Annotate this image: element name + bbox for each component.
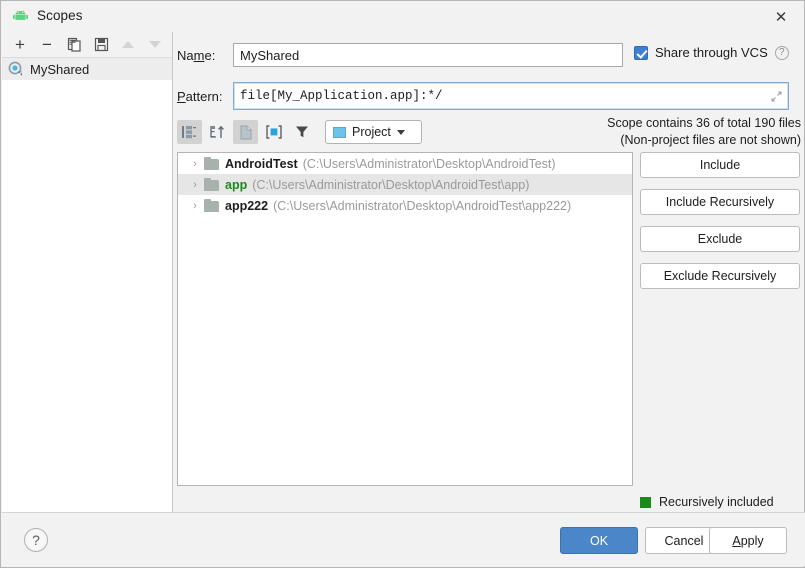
flatten-packages-button[interactable] [177,120,202,144]
apply-button[interactable]: Apply [709,527,787,554]
save-icon [94,37,108,52]
include-button[interactable]: Include [640,152,800,178]
share-through-vcs-checkbox[interactable] [634,45,648,60]
scopes-dialog: Scopes ✕ + − MyShared Name: MyShared Pat… [0,0,805,568]
chevron-right-icon[interactable]: › [186,197,204,215]
folder-icon [204,199,220,212]
file-page-icon [240,125,251,139]
copy-icon [67,37,81,52]
scope-info: Scope contains 36 of total 190 files (No… [607,115,801,149]
move-down-button[interactable] [143,34,167,56]
tree-node-name: app222 [225,198,269,213]
scope-info-line1: Scope contains 36 of total 190 files [607,116,801,130]
funnel-filter-icon [295,126,308,138]
scope-list-item-label: MyShared [30,61,90,77]
table-row[interactable]: › app (C:\Users\Administrator\Desktop\An… [178,174,632,195]
folder-icon [204,157,220,170]
pattern-label: Pattern: [177,88,223,104]
exclude-button[interactable]: Exclude [640,226,800,252]
move-up-button[interactable] [116,34,140,56]
expand-sort-icon [210,125,224,138]
blue-square-icon [265,125,282,139]
scope-list-item-myshared[interactable]: MyShared [2,58,172,80]
dialog-footer: ? OK Cancel Apply [2,512,805,566]
expand-editor-icon[interactable] [771,91,782,102]
close-icon[interactable]: ✕ [758,1,804,32]
folder-icon [204,178,220,191]
file-tree-panel[interactable]: › AndroidTest (C:\Users\Administrator\De… [177,152,633,486]
table-row[interactable]: › AndroidTest (C:\Users\Administrator\De… [178,153,632,174]
tree-node-path: (C:\Users\Administrator\Desktop\AndroidT… [252,177,530,192]
shared-scope-icon [8,61,24,77]
ok-button[interactable]: OK [560,527,638,554]
legend-label: Recursively included [659,495,774,509]
add-scope-button[interactable]: + [8,34,32,56]
legend-item-recursively-included: Recursively included [640,492,774,513]
compact-middle-packages-button[interactable] [233,120,258,144]
scope-info-line2: (Non-project files are not shown) [620,133,801,147]
flatten-packages-icon [182,126,196,139]
sidebar-toolbar: + − [2,32,172,58]
tree-toolbar: Project [177,120,422,144]
vcs-help-icon[interactable]: ? [774,45,789,60]
tree-node-name: app [225,177,248,192]
title-bar: Scopes ✕ [1,1,804,32]
window-title: Scopes [37,8,83,23]
show-files-button[interactable] [261,120,286,144]
help-button[interactable]: ? [24,528,48,552]
scope-editor-panel: Name: Pattern: Share through VCS ? [174,32,804,530]
chevron-right-icon[interactable]: › [186,155,204,173]
table-row[interactable]: › app222 (C:\Users\Administrator\Desktop… [178,195,632,216]
minus-icon: − [42,35,52,54]
name-label: Name: [177,47,216,63]
save-scope-button[interactable] [89,34,113,56]
name-row: Name: [177,43,623,67]
share-through-vcs-label: Share through VCS [655,45,768,60]
exclude-recursively-button[interactable]: Exclude Recursively [640,263,800,289]
triangle-up-icon [122,41,134,48]
scopes-sidebar: + − MyShared [2,32,173,514]
copy-scope-button[interactable] [62,34,86,56]
name-input[interactable] [233,43,623,67]
chevron-down-icon [396,129,405,135]
view-scope-select[interactable]: Project [325,120,422,144]
pattern-row: Pattern: [177,82,789,110]
tree-node-path: (C:\Users\Administrator\Desktop\AndroidT… [273,198,572,213]
scope-action-buttons: Include Include Recursively Exclude Excl… [640,152,800,289]
tree-node-path: (C:\Users\Administrator\Desktop\AndroidT… [302,156,556,171]
android-robot-icon [13,10,28,20]
filter-button[interactable] [289,120,314,144]
remove-scope-button[interactable]: − [35,34,59,56]
view-scope-select-label: Project [352,125,391,139]
scope-list: MyShared [2,58,172,514]
project-view-icon [333,126,346,138]
sort-by-type-button[interactable] [205,120,230,144]
share-through-vcs-row[interactable]: Share through VCS ? [634,45,789,60]
include-recursively-button[interactable]: Include Recursively [640,189,800,215]
legend-swatch-green [640,497,651,508]
chevron-right-icon[interactable]: › [186,176,204,194]
triangle-down-icon [149,41,161,48]
tree-node-name: AndroidTest [225,156,298,171]
plus-icon: + [15,35,25,54]
pattern-input[interactable] [233,82,789,110]
apply-mnemonic: A [732,533,741,548]
